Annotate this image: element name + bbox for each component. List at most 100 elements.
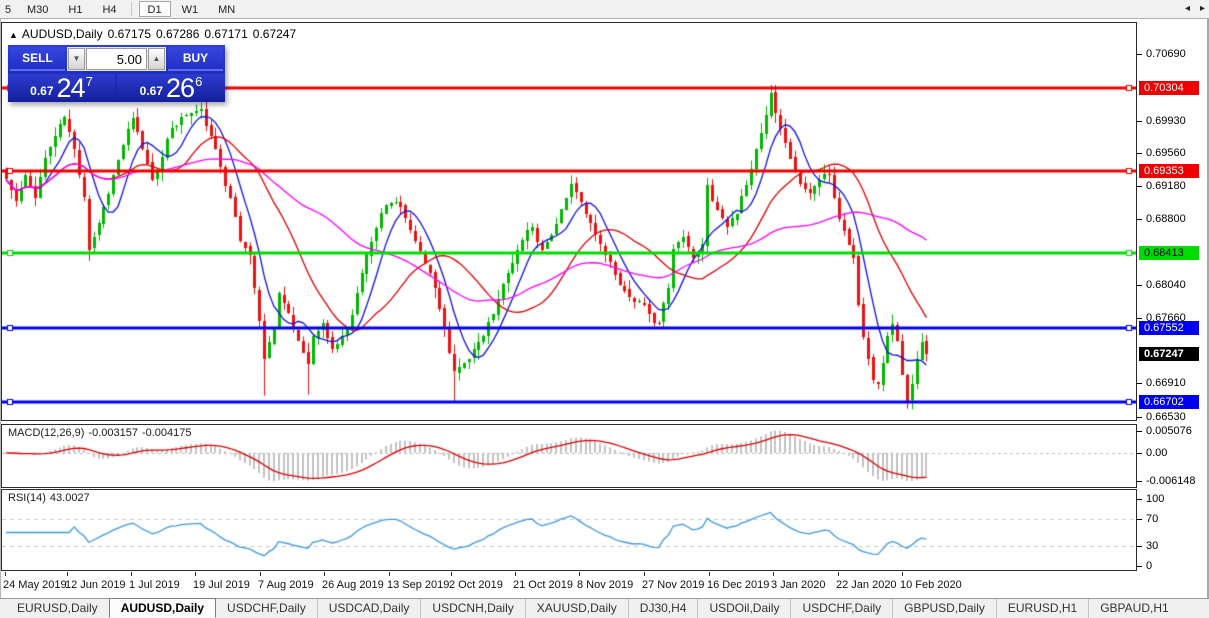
tab-scroll-right-icon[interactable]: ▸: [1200, 3, 1205, 14]
timeframe-button-mn[interactable]: MN: [209, 1, 244, 17]
axis-tick-label: 0.00: [1146, 447, 1167, 459]
rsi-canvas[interactable]: [2, 490, 1136, 570]
date-tick-label: 8 Nov 2019: [577, 579, 633, 591]
symbol-tab-usdchf-daily[interactable]: USDCHF,Daily: [790, 599, 892, 618]
volume-decrease-icon[interactable]: ▼: [68, 48, 85, 70]
level-price-label[interactable]: 0.69353: [1139, 164, 1199, 178]
symbol-tab-bar: EURUSD,DailyAUDUSD,DailyUSDCHF,DailyUSDC…: [0, 598, 1209, 618]
date-tick-label: 3 Jan 2020: [771, 579, 825, 591]
toolbar-separator: [131, 2, 132, 16]
axis-tick-mark: [1137, 219, 1142, 220]
symbol-tab-usdoil-daily[interactable]: USDOil,Daily: [697, 599, 790, 618]
symbol-tab-eurusd-daily[interactable]: EURUSD,Daily: [6, 599, 109, 618]
axis-tick-mark: [1137, 318, 1142, 319]
main-chart-panel: ▲AUDUSD,Daily0.671750.672860.671710.6724…: [1, 22, 1137, 421]
macd-value-1: -0.003157: [88, 427, 138, 439]
date-tick-label: 13 Sep 2019: [387, 579, 449, 591]
symbol-tab-audusd-daily[interactable]: AUDUSD,Daily: [109, 598, 216, 618]
level-price-label[interactable]: 0.68413: [1139, 246, 1199, 260]
date-tick-label: 10 Feb 2020: [900, 579, 962, 591]
ohlc-open: 0.67175: [108, 27, 151, 41]
axis-tick-label: 30: [1146, 540, 1158, 552]
date-tick-mark: [131, 572, 132, 576]
date-tick-label: 21 Oct 2019: [513, 579, 573, 591]
symbol-tab-eurusd-h1[interactable]: EURUSD,H1: [996, 599, 1088, 618]
axis-tick-mark: [1137, 481, 1142, 482]
date-tick-mark: [644, 572, 645, 576]
axis-tick-label: 0.69930: [1146, 115, 1186, 127]
date-tick-label: 24 May 2019: [3, 579, 67, 591]
chart-ohlc-header: ▲ AUDUSD,Daily 0.67175 0.67286 0.67171 0.6724…: [9, 27, 301, 41]
axis-tick-mark: [1137, 153, 1142, 154]
level-price-label[interactable]: 0.66702: [1139, 395, 1199, 409]
date-tick-mark: [773, 572, 774, 576]
axis-tick-label: 0.68040: [1146, 279, 1186, 291]
level-price-label[interactable]: 0.67552: [1139, 321, 1199, 335]
price-axis[interactable]: 0.706900.699300.695600.691800.688000.680…: [1137, 22, 1208, 574]
symbol-tab-gbpaud-h1[interactable]: GBPAUD,H1: [1088, 599, 1179, 618]
chart-window: ▲AUDUSD,Daily0.671750.672860.671710.6724…: [0, 19, 1209, 598]
timeframe-button-h1[interactable]: H1: [59, 1, 91, 17]
axis-tick-mark: [1137, 431, 1142, 432]
sell-big-figure: 0.67: [30, 84, 53, 98]
level-price-label[interactable]: 0.70304: [1139, 81, 1199, 95]
timeframe-button-h4[interactable]: H4: [93, 1, 125, 17]
sell-pip-fraction: 7: [86, 74, 93, 89]
buy-button[interactable]: BUY: [168, 47, 223, 71]
axis-tick-mark: [1137, 566, 1142, 567]
sell-pips: 24: [57, 73, 85, 104]
symbol-tab-xauusd-daily[interactable]: XAUUSD,Daily: [525, 599, 628, 618]
sell-button[interactable]: SELL: [10, 47, 65, 71]
symbol-title: AUDUSD,Daily: [22, 27, 103, 41]
volume-increase-icon[interactable]: ▲: [148, 48, 165, 70]
symbol-tab-usdchf-daily[interactable]: USDCHF,Daily: [216, 599, 317, 618]
axis-tick-mark: [1137, 499, 1142, 500]
axis-tick-label: 0.69180: [1146, 180, 1186, 192]
date-tick-mark: [324, 572, 325, 576]
axis-tick-label: 0.70690: [1146, 48, 1186, 60]
axis-tick-label: 100: [1146, 493, 1164, 505]
current-price-label: 0.67247: [1139, 347, 1199, 361]
date-tick-label: 2 Oct 2019: [449, 579, 503, 591]
date-axis[interactable]: 24 May 201912 Jun 20191 Jul 201919 Jul 2…: [1, 572, 1137, 598]
buy-price-display[interactable]: 0.67 26 6: [117, 74, 225, 102]
rsi-value: 43.0027: [50, 492, 90, 504]
date-tick-mark: [5, 572, 6, 576]
date-tick-mark: [579, 572, 580, 576]
symbol-tab-dj30-h4[interactable]: DJ30,H4: [628, 599, 698, 618]
date-tick-mark: [709, 572, 710, 576]
ohlc-high: 0.67286: [156, 27, 199, 41]
date-tick-mark: [67, 572, 68, 576]
axis-tick-mark: [1137, 285, 1142, 286]
date-tick-mark: [515, 572, 516, 576]
buy-pip-fraction: 6: [195, 74, 202, 89]
volume-input[interactable]: [86, 48, 147, 70]
date-tick-mark: [195, 572, 196, 576]
ohlc-low: 0.67171: [204, 27, 247, 41]
timeframe-button-m30[interactable]: M30: [18, 1, 57, 17]
date-tick-label: 22 Jan 2020: [836, 579, 897, 591]
symbol-tab-usdcnh-daily[interactable]: USDCNH,Daily: [420, 599, 524, 618]
buy-big-figure: 0.67: [140, 84, 163, 98]
timeframe-button-w1[interactable]: W1: [173, 1, 208, 17]
axis-tick-label: 70: [1146, 513, 1158, 525]
ohlc-close: 0.67247: [253, 27, 296, 41]
date-tick-mark: [838, 572, 839, 576]
symbol-tab-gbpusd-daily[interactable]: GBPUSD,Daily: [892, 599, 996, 618]
axis-tick-mark: [1137, 186, 1142, 187]
macd-indicator-panel: MACD(12,26,9)-0.003157-0.004175: [1, 424, 1137, 488]
symbol-tab-usdcad-daily[interactable]: USDCAD,Daily: [317, 599, 421, 618]
one-click-trading-panel: SELL ▼ ▲ BUY 0.67 24 7 0.67 26 6: [8, 45, 225, 102]
axis-tick-mark: [1137, 453, 1142, 454]
timeframe-button-5[interactable]: 5: [2, 1, 16, 17]
axis-tick-mark: [1137, 417, 1142, 418]
terminal-root: 5M30H1H4D1W1MN ▲AUDUSD,Daily0.671750.672…: [0, 0, 1209, 618]
date-tick-label: 16 Dec 2019: [707, 579, 769, 591]
tab-scroll-left-icon[interactable]: ◂: [1185, 3, 1190, 14]
date-tick-label: 27 Nov 2019: [642, 579, 704, 591]
sell-price-display[interactable]: 0.67 24 7: [8, 74, 115, 102]
date-tick-label: 26 Aug 2019: [322, 579, 384, 591]
timeframe-button-d1[interactable]: D1: [139, 1, 171, 17]
date-tick-mark: [260, 572, 261, 576]
collapse-triangle-icon[interactable]: ▲: [9, 30, 18, 40]
